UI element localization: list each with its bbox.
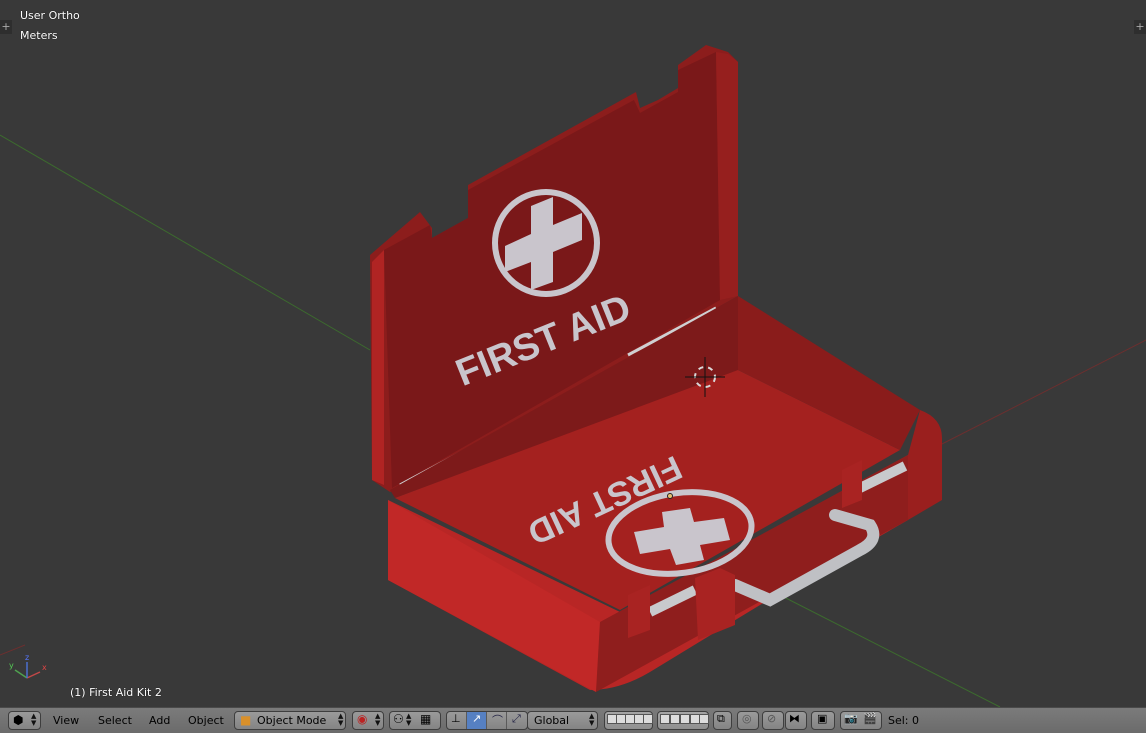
menu-add[interactable]: Add: [149, 714, 170, 727]
manipulator-toolbar: ⊥ ↗ ⌒ ⤢: [446, 711, 528, 730]
3d-view-header: ⬢ ▲ ▼ View Select Add Object ■ Object Mod…: [0, 707, 1146, 733]
manipulator-toggle-button[interactable]: ⊥: [447, 712, 467, 729]
rotate-icon: ⌒: [492, 714, 503, 727]
render-icon[interactable]: 📷: [844, 712, 858, 725]
properties-expand-icon[interactable]: +: [1134, 20, 1146, 34]
mode-selector[interactable]: ■ Object Mode ▲ ▼: [234, 711, 346, 730]
units-label: Meters: [20, 29, 58, 42]
snap-element-dropdown[interactable]: ⧓: [785, 711, 807, 730]
menu-select[interactable]: Select: [98, 714, 132, 727]
translate-button[interactable]: ↗: [467, 712, 487, 729]
scale-icon: ⤢: [512, 712, 521, 725]
chevron-updown-icon: ▲ ▼: [375, 712, 381, 727]
3d-viewport[interactable]: FIRST AID FIRST AID x y z User Ortho Met…: [0, 0, 1146, 707]
translate-icon: ↗: [472, 712, 482, 725]
y-axis-line: [0, 134, 371, 351]
pivot-point-dropdown[interactable]: ⚇ ▲ ▼ ▦: [389, 711, 441, 730]
menu-view[interactable]: View: [53, 714, 79, 727]
toolshelf-expand-icon[interactable]: +: [0, 20, 12, 34]
layers-group-2[interactable]: [657, 711, 709, 730]
selected-object-label: (1) First Aid Kit 2: [70, 686, 162, 699]
lock-camera-icon: ⧉: [717, 712, 725, 725]
viewport-shading-dropdown[interactable]: ◉ ▲ ▼: [352, 711, 384, 730]
rotate-button[interactable]: ⌒: [487, 712, 507, 729]
render-buttons: 📷 🎬: [840, 711, 882, 730]
chevron-updown-icon: ▲ ▼: [589, 712, 595, 727]
chevron-updown-icon: ▲ ▼: [406, 712, 412, 727]
axis-gizmo: x y z: [9, 653, 47, 679]
view-name-label: User Ortho: [20, 9, 80, 22]
scene-canvas[interactable]: FIRST AID FIRST AID x y z: [0, 0, 1146, 707]
pivot-point-icon: ⚇: [393, 712, 404, 726]
layers-group-1[interactable]: [604, 711, 653, 730]
proportional-edit-icon: ◎: [742, 712, 752, 725]
y-axis-line-front: [769, 589, 1001, 707]
axes-icon: ⊥: [451, 712, 461, 725]
menu-object[interactable]: Object: [188, 714, 224, 727]
cube-icon: ⬢: [13, 713, 24, 727]
lock-camera-button[interactable]: ⧉: [713, 711, 732, 730]
snap-target-icon: ▣: [817, 712, 828, 725]
svg-text:y: y: [9, 661, 14, 670]
scale-button[interactable]: ⤢: [507, 712, 527, 729]
object-origin-icon: [667, 493, 673, 499]
proportional-edit-button[interactable]: ◎: [737, 711, 759, 730]
object-mode-icon: ■: [240, 713, 252, 727]
chevron-updown-icon: ▲ ▼: [31, 712, 37, 727]
transform-orientation-dropdown[interactable]: Global ▲ ▼: [527, 711, 598, 730]
x-axis-line: [939, 339, 1146, 446]
selection-info: Sel: 0: [888, 714, 920, 727]
svg-text:x: x: [42, 663, 47, 672]
manipulator-icon: ▦: [420, 712, 432, 726]
chevron-updown-icon: ▲ ▼: [338, 712, 344, 727]
animation-render-icon[interactable]: 🎬: [863, 712, 877, 725]
snap-icon: ⊘: [767, 712, 777, 725]
svg-text:z: z: [25, 653, 29, 662]
editor-type-button[interactable]: ⬢ ▲ ▼: [8, 711, 41, 730]
viewport-shading-icon: ◉: [357, 712, 368, 726]
snap-button[interactable]: ⊘: [762, 711, 784, 730]
snap-element-icon: ⧓: [789, 712, 800, 725]
snap-target-dropdown[interactable]: ▣: [811, 711, 835, 730]
